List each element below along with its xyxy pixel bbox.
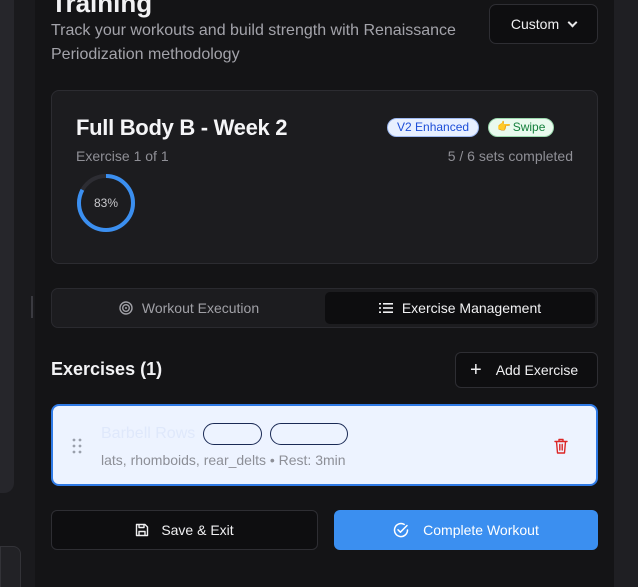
tab-workout-execution[interactable]: Workout Execution bbox=[55, 292, 323, 324]
background-window-right bbox=[614, 0, 638, 587]
list-icon bbox=[378, 303, 393, 313]
drag-handle-icon[interactable] bbox=[72, 438, 82, 454]
save-exit-button[interactable]: Save & Exit bbox=[51, 510, 318, 550]
workout-summary-card: Full Body B - Week 2 V2 Enhanced 👉 Swipe… bbox=[51, 90, 598, 264]
background-window-bottom-left bbox=[0, 546, 21, 587]
background-window-left bbox=[0, 0, 14, 493]
swipe-hand-icon: 👉 bbox=[497, 121, 511, 133]
exercises-heading: Exercises (1) bbox=[51, 359, 163, 379]
mode-select[interactable]: Custom bbox=[489, 4, 598, 44]
page-title: Training bbox=[51, 0, 153, 18]
progress-percent: 83% bbox=[93, 196, 119, 210]
exercise-details: lats, rhomboids, rear_delts • Rest: 3min bbox=[101, 452, 346, 468]
sets-progress: 5 / 6 sets completed bbox=[447, 148, 573, 164]
workout-name: Full Body B - Week 2 bbox=[76, 115, 288, 140]
exercise-progress: Exercise 1 of 1 bbox=[76, 148, 169, 164]
v2-enhanced-badge: V2 Enhanced bbox=[387, 118, 480, 137]
exercise-tag-pill bbox=[270, 423, 348, 445]
page-subtitle: Track your workouts and build strength w… bbox=[51, 22, 456, 63]
add-exercise-label: Add Exercise bbox=[495, 362, 579, 378]
swipe-badge-label: Swipe bbox=[512, 120, 546, 134]
add-exercise-button[interactable]: + Add Exercise bbox=[455, 352, 598, 388]
mode-select-value: Custom bbox=[510, 16, 560, 32]
resize-handle[interactable] bbox=[31, 296, 33, 318]
view-tabs: Workout Execution Exercise Management bbox=[51, 288, 598, 328]
tab-label: Exercise Management bbox=[401, 300, 542, 316]
check-circle-icon bbox=[393, 522, 409, 538]
complete-workout-label: Complete Workout bbox=[423, 522, 539, 538]
exercise-tag-pill bbox=[203, 423, 262, 445]
complete-workout-button[interactable]: Complete Workout bbox=[334, 510, 598, 550]
tab-exercise-management[interactable]: Exercise Management bbox=[325, 292, 595, 324]
swipe-badge: 👉 Swipe bbox=[488, 118, 555, 137]
chevron-down-icon bbox=[567, 17, 578, 27]
save-exit-label: Save & Exit bbox=[161, 522, 234, 538]
exercise-card[interactable]: Barbell Rows lats, rhomboids, rear_delts… bbox=[51, 404, 598, 486]
save-icon bbox=[136, 523, 149, 537]
exercise-name: Barbell Rows bbox=[101, 425, 196, 442]
trash-icon[interactable] bbox=[554, 438, 568, 454]
plus-icon: + bbox=[470, 359, 482, 381]
tab-label: Workout Execution bbox=[141, 300, 260, 316]
target-icon bbox=[119, 301, 133, 315]
